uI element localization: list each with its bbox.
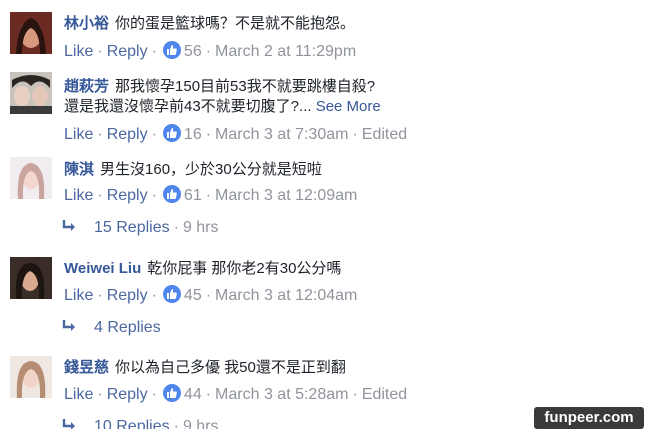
- comment-body: Weiwei Liu 乾你屁事 那你老2有30公分嗎: [64, 259, 341, 279]
- see-more-link[interactable]: See More: [316, 98, 381, 115]
- commenter-name[interactable]: 林小裕: [64, 15, 109, 32]
- timestamp[interactable]: March 3 at 12:09am: [215, 187, 357, 204]
- avatar[interactable]: [10, 257, 52, 299]
- view-replies-link[interactable]: 4 Replies: [62, 318, 161, 338]
- like-button[interactable]: Like: [64, 126, 93, 143]
- separator: ·: [205, 187, 212, 204]
- like-button[interactable]: Like: [64, 43, 93, 60]
- comment-actions: Like · Reply · 45 · March 3 at 12:04am: [64, 285, 357, 306]
- reaction-count[interactable]: 56: [184, 43, 202, 60]
- thumbs-up-icon[interactable]: [162, 285, 181, 303]
- reply-button[interactable]: Reply: [107, 187, 148, 204]
- separator: ·: [97, 187, 103, 204]
- like-button[interactable]: Like: [64, 386, 93, 403]
- thumbs-up-icon[interactable]: [162, 185, 181, 203]
- separator: ·: [151, 187, 157, 204]
- replies-count[interactable]: 10 Replies: [94, 418, 170, 429]
- separator: ·: [97, 386, 103, 403]
- comment-text: 那我懷孕150目前53我不就要跳樓自殺?: [115, 78, 376, 95]
- timestamp[interactable]: March 3 at 7:30am: [215, 126, 348, 143]
- separator: ·: [151, 43, 157, 60]
- timestamp[interactable]: March 3 at 12:04am: [215, 287, 357, 304]
- comment-body: 趙萩芳 那我懷孕150目前53我不就要跳樓自殺?: [64, 77, 375, 97]
- reply-button[interactable]: Reply: [107, 287, 148, 304]
- separator: ·: [151, 287, 157, 304]
- reply-button[interactable]: Reply: [107, 386, 148, 403]
- commenter-name[interactable]: 趙萩芳: [64, 78, 109, 95]
- comment-text: 乾你屁事 那你老2有30公分嗎: [147, 260, 342, 277]
- separator: ·: [151, 386, 157, 403]
- separator: ·: [151, 126, 157, 143]
- like-button[interactable]: Like: [64, 187, 93, 204]
- replies-time: 9 hrs: [182, 219, 219, 236]
- avatar[interactable]: [10, 12, 52, 54]
- reaction-count[interactable]: 45: [184, 287, 202, 304]
- comment-text: 你以為自己多優 我50還不是正到翻: [115, 359, 346, 376]
- comment-actions: Like · Reply · 16 · March 3 at 7:30am · Edited: [64, 124, 407, 145]
- timestamp[interactable]: March 2 at 11:29pm: [215, 43, 356, 60]
- like-button[interactable]: Like: [64, 287, 93, 304]
- avatar[interactable]: [10, 157, 52, 199]
- reaction-count[interactable]: 44: [184, 386, 202, 403]
- replies-count[interactable]: 4 Replies: [94, 319, 161, 336]
- comment-text-line-2: 還是我還沒懷孕前43不就要切腹了?...: [64, 98, 312, 115]
- separator: ·: [173, 418, 179, 429]
- comment-text: 男生沒160，少於30公分就是短啦: [100, 161, 322, 178]
- reply-arrow-icon: [62, 220, 75, 231]
- separator: ·: [97, 287, 103, 304]
- reaction-count[interactable]: 16: [184, 126, 202, 143]
- comment-text: 你的蛋是籃球嗎？不是就不能抱怨。: [115, 15, 356, 32]
- separator: ·: [352, 126, 358, 143]
- watermark: funpeer.com: [534, 407, 644, 429]
- commenter-name[interactable]: 陳淇: [64, 161, 94, 178]
- replies-count[interactable]: 15 Replies: [94, 219, 170, 236]
- separator: ·: [205, 287, 212, 304]
- avatar[interactable]: [10, 72, 52, 114]
- thumbs-up-icon[interactable]: [162, 41, 181, 59]
- commenter-name[interactable]: Weiwei Liu: [64, 260, 141, 277]
- separator: ·: [205, 43, 212, 60]
- edited-label[interactable]: Edited: [362, 126, 407, 143]
- comment-body: 錢昱慈 你以為自己多優 我50還不是正到翻: [64, 358, 346, 378]
- commenter-name[interactable]: 錢昱慈: [64, 359, 109, 376]
- thumbs-up-icon[interactable]: [162, 124, 181, 142]
- separator: ·: [97, 126, 103, 143]
- timestamp[interactable]: March 3 at 5:28am: [215, 386, 348, 403]
- avatar[interactable]: [10, 356, 52, 398]
- separator: ·: [97, 43, 103, 60]
- replies-time: 9 hrs: [182, 418, 219, 429]
- comment-actions: Like · Reply · 44 · March 3 at 5:28am · Edited: [64, 384, 407, 405]
- comment-actions: Like · Reply · 56 · March 2 at 11:29pm: [64, 41, 356, 62]
- comment-body-continued: 還是我還沒懷孕前43不就要切腹了?... See More: [64, 97, 381, 117]
- separator: ·: [173, 219, 179, 236]
- view-replies-link[interactable]: 10 Replies · 9 hrs: [62, 417, 219, 429]
- comment-actions: Like · Reply · 61 · March 3 at 12:09am: [64, 185, 357, 206]
- separator: ·: [205, 126, 212, 143]
- comment-body: 陳淇 男生沒160，少於30公分就是短啦: [64, 160, 322, 180]
- reply-button[interactable]: Reply: [107, 43, 148, 60]
- reaction-count[interactable]: 61: [184, 187, 202, 204]
- view-replies-link[interactable]: 15 Replies · 9 hrs: [62, 218, 219, 238]
- separator: ·: [205, 386, 212, 403]
- thumbs-up-icon[interactable]: [162, 384, 181, 402]
- reply-arrow-icon: [62, 320, 75, 331]
- edited-label[interactable]: Edited: [362, 386, 407, 403]
- reply-arrow-icon: [62, 419, 75, 429]
- separator: ·: [352, 386, 358, 403]
- reply-button[interactable]: Reply: [107, 126, 148, 143]
- comment-body: 林小裕 你的蛋是籃球嗎？不是就不能抱怨。: [64, 14, 355, 34]
